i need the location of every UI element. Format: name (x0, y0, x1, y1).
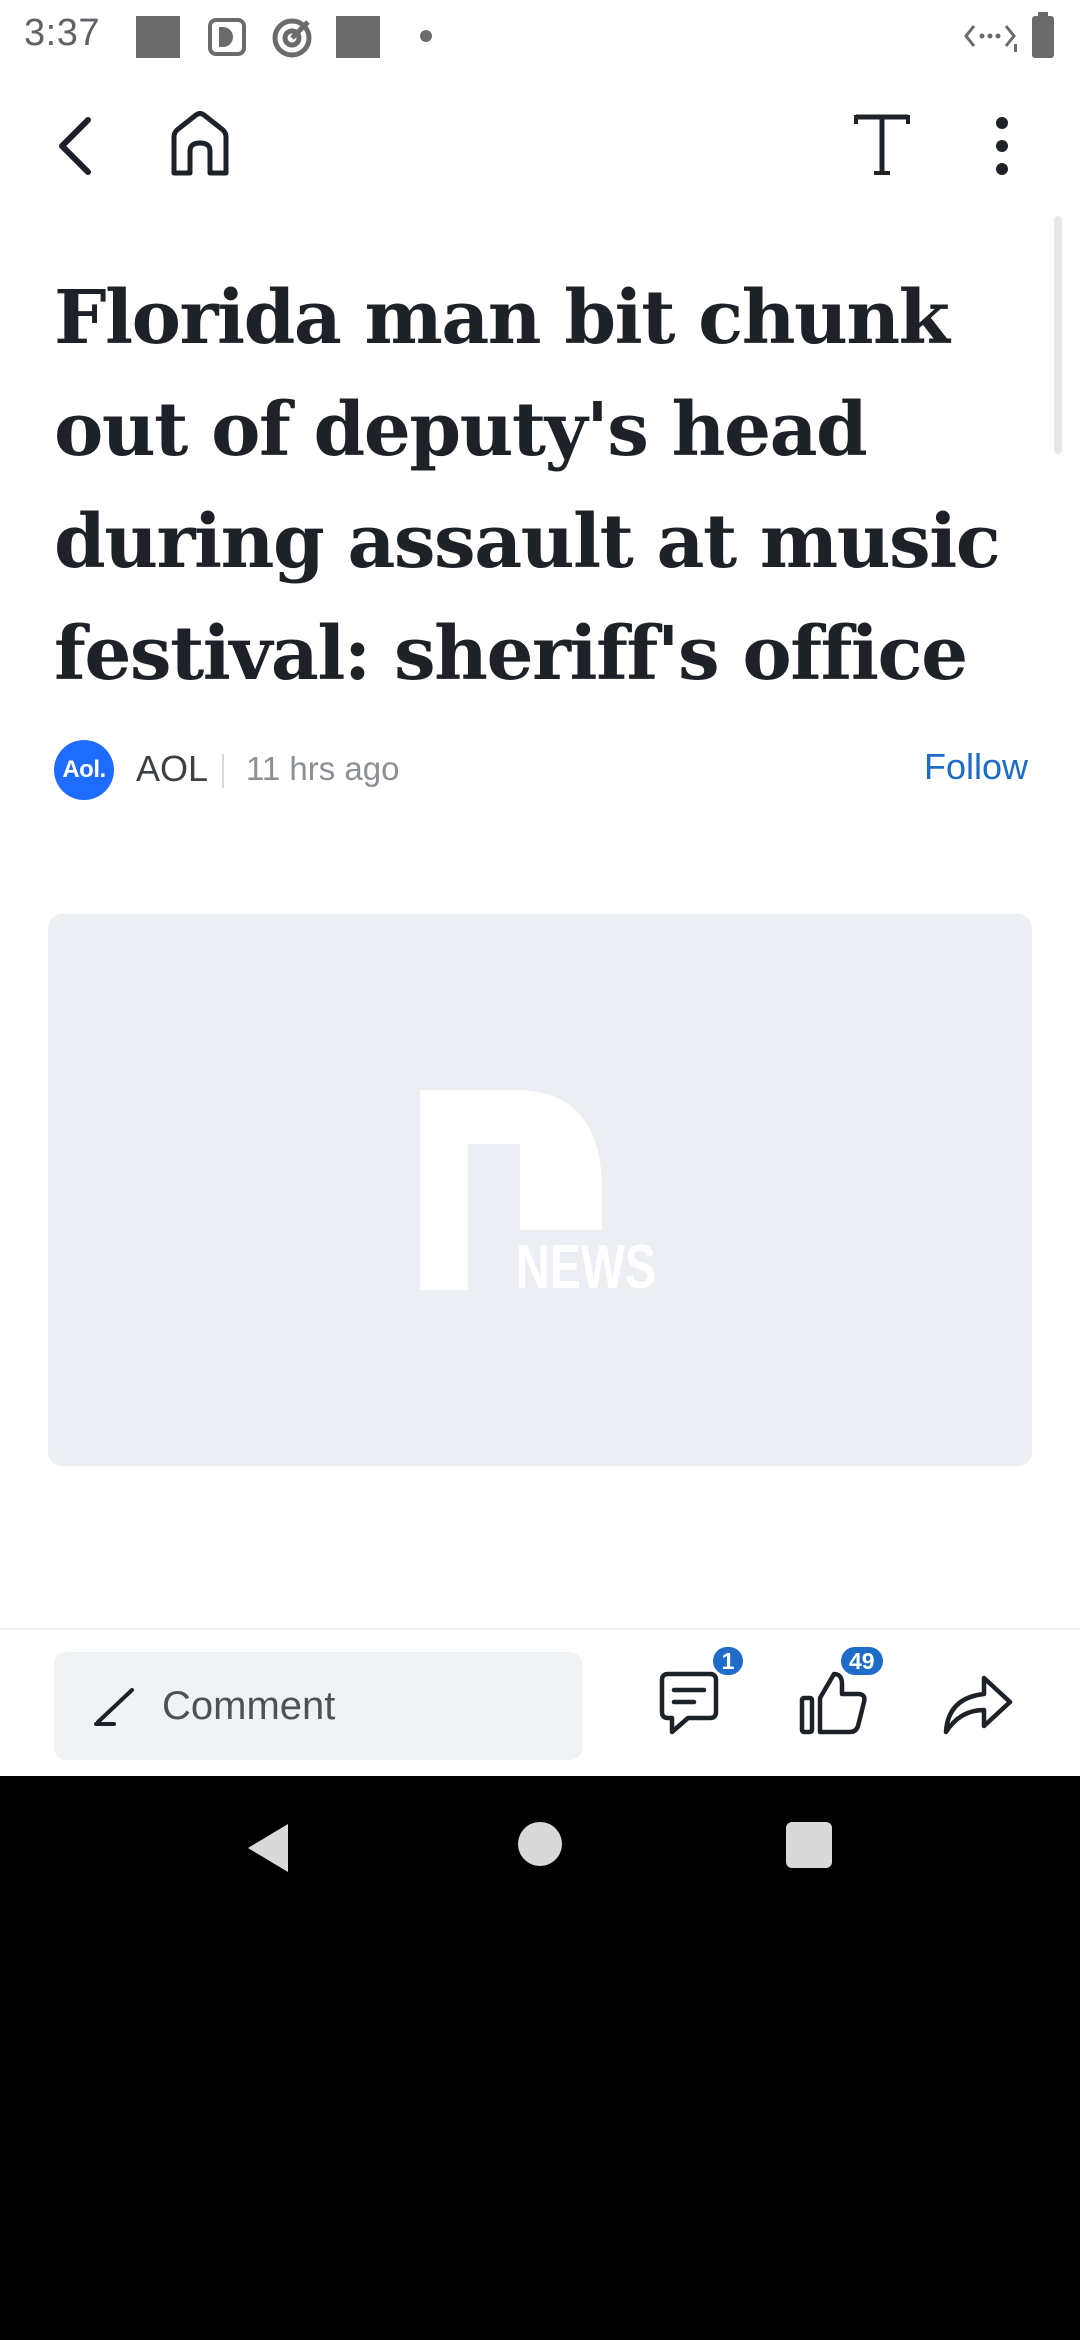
scrollbar[interactable] (1054, 216, 1062, 454)
text-size-button[interactable] (846, 106, 918, 182)
home-icon (171, 111, 229, 176)
status-time: 3:37 (24, 12, 100, 54)
notification-square-icon (136, 16, 180, 58)
bottom-action-bar: Comment 1 49 (0, 1628, 1080, 1776)
nav-home-button[interactable] (518, 1822, 562, 1866)
back-button[interactable] (40, 108, 112, 184)
thumbs-up-icon (799, 1695, 815, 1735)
publish-time: 11 hrs ago (246, 750, 400, 787)
like-button[interactable] (796, 1668, 872, 1740)
app-bar (0, 72, 1080, 220)
notification-square-icon (336, 16, 380, 58)
share-arrow-icon (943, 1675, 1013, 1735)
nav-back-icon (248, 1824, 288, 1872)
source-logo[interactable]: Aol. (54, 740, 114, 800)
comments-button[interactable] (654, 1668, 730, 1740)
text-size-icon (854, 114, 910, 175)
target-icon (272, 18, 312, 58)
nav-back-button[interactable] (244, 1822, 292, 1874)
comment-placeholder: Comment (162, 1684, 336, 1728)
home-button[interactable] (160, 102, 240, 186)
dnews-app-icon (208, 18, 246, 56)
article-byline: Aol. AOL 11 hrs ago Follow (54, 738, 1028, 802)
watermark-text: NEWS (516, 1233, 656, 1290)
share-button[interactable] (940, 1668, 1016, 1740)
dot-icon (420, 30, 432, 42)
comment-input[interactable]: Comment (54, 1652, 582, 1760)
battery-icon (1032, 12, 1054, 58)
data-arrows-icon (964, 25, 1017, 52)
byline-divider (222, 754, 224, 788)
article-headline: Florida man bit chunk out of deputy's he… (54, 275, 1001, 697)
pencil-icon (94, 1688, 134, 1726)
status-bar: 3:37 (0, 0, 1080, 72)
comments-count-badge: 1 (710, 1644, 746, 1678)
app-screen: 3:37 Florida man bit chunk out of deputy… (0, 0, 1080, 1776)
article-image-placeholder[interactable]: NEWS (48, 914, 1032, 1466)
likes-count-badge: 49 (838, 1644, 886, 1678)
back-arrow-icon (59, 117, 91, 175)
system-nav-bar (0, 1776, 1080, 1920)
follow-button[interactable]: Follow (924, 746, 1028, 788)
dnews-logo-icon: NEWS (420, 1090, 656, 1290)
nav-recents-button[interactable] (786, 1822, 832, 1868)
more-vertical-icon (996, 117, 1008, 175)
source-name[interactable]: AOL (136, 748, 208, 790)
more-options-button[interactable] (966, 110, 1038, 182)
